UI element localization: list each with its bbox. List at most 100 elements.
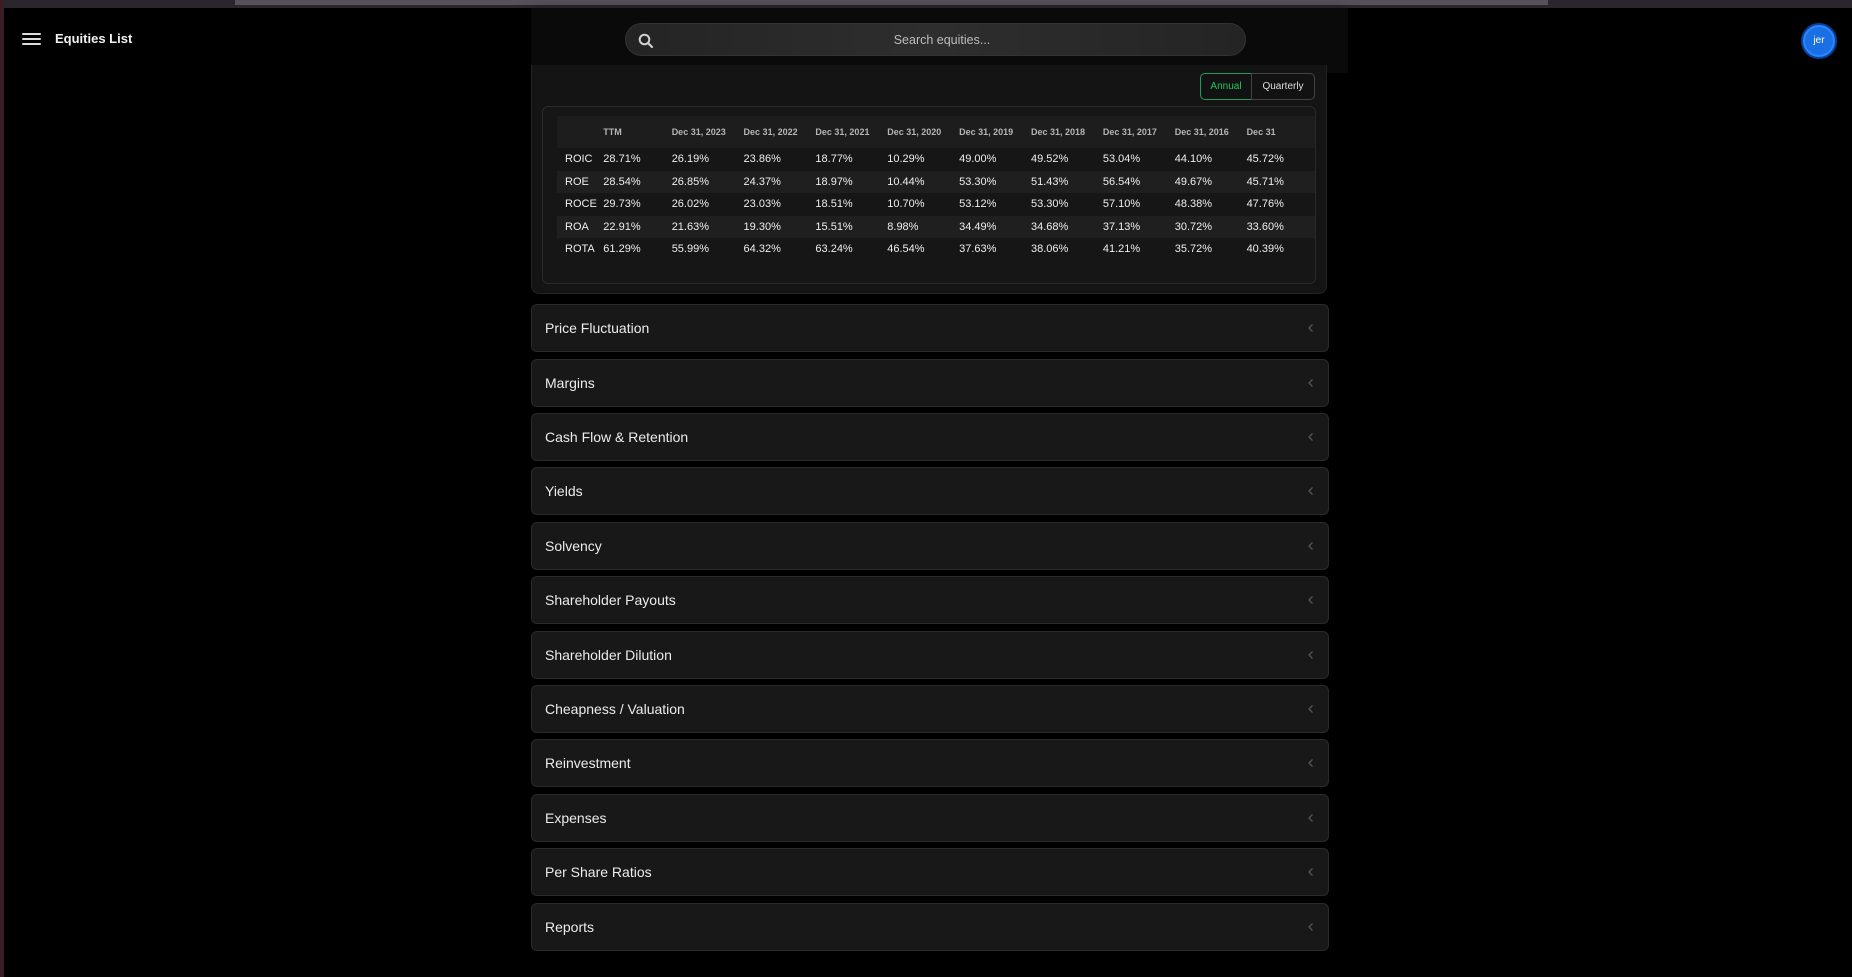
- accordion-section[interactable]: Solvency: [531, 522, 1329, 570]
- metric-value: 49.00%: [959, 153, 997, 166]
- metric-value: 34.49%: [959, 215, 1031, 238]
- accordion-section[interactable]: Cheapness / Valuation: [531, 685, 1329, 733]
- period-column-header: Dec 31, 2020: [887, 116, 960, 148]
- chevron-left-icon: [1308, 651, 1313, 659]
- metric-value: 53.04%: [1102, 153, 1141, 166]
- table-header-row: TTM Dec 31, 2023 Dec 31, 2022 Dec 31, 2021 D…: [557, 116, 1315, 148]
- metric-value: 46.54%: [887, 243, 925, 256]
- metric-value: 37.63%: [959, 243, 997, 256]
- metric-value: 23.03%: [743, 198, 781, 211]
- chevron-left-icon: [1308, 379, 1313, 387]
- accordion-section[interactable]: Price Fluctuation: [531, 304, 1329, 352]
- accordion-title: Price Fluctuation: [545, 320, 650, 336]
- chevron-left-icon: [1308, 814, 1313, 822]
- accordion-section[interactable]: Expenses: [531, 794, 1329, 842]
- metric-value: 40.39%: [1246, 243, 1284, 256]
- period-column-header: Dec 31, 2018: [1030, 116, 1103, 148]
- metric-value: 19.30%: [743, 215, 816, 238]
- metric-value: 18.77%: [815, 153, 853, 166]
- metric-name: ROA: [557, 215, 604, 238]
- metric-value: 51.43%: [1030, 170, 1103, 193]
- table-row: ROIC 28.71% 26.19% 23.86% 18.77% 10.29% 49.00%…: [557, 148, 1315, 171]
- period-column-header: Dec 31, 2016: [1174, 116, 1247, 148]
- table-row: ROE 28.54% 26.85% 24.37% 18.97% 10.44% 53.30% 5…: [557, 170, 1315, 193]
- metric-value: 35.72%: [1174, 243, 1213, 256]
- metric-value: 56.54%: [1102, 170, 1175, 193]
- metric-name: ROE: [557, 170, 604, 193]
- period-column-header: Dec 31, 2021: [815, 116, 888, 148]
- metric-value: 33.60%: [1246, 215, 1315, 238]
- metric-value: 21.63%: [671, 215, 744, 238]
- metric-value: 53.30%: [1030, 198, 1069, 211]
- accordion-title: Shareholder Payouts: [545, 592, 676, 608]
- accordion-title: Shareholder Dilution: [545, 647, 672, 663]
- accordion-title: Reports: [545, 919, 595, 935]
- app-title: Equities List: [55, 31, 133, 46]
- returns-table: TTM Dec 31, 2023 Dec 31, 2022 Dec 31, 2021 D…: [557, 116, 1315, 261]
- metric-value: 48.38%: [1174, 198, 1213, 211]
- metric-value: 45.72%: [1246, 153, 1284, 166]
- metric-value: 57.10%: [1102, 198, 1141, 211]
- metric-value: 63.24%: [815, 243, 853, 256]
- accordion-section[interactable]: Per Share Ratios: [531, 848, 1329, 896]
- period-column-header: Dec 31: [1246, 116, 1315, 148]
- metric-value: 49.52%: [1030, 153, 1069, 166]
- metric-value: 18.97%: [815, 170, 888, 193]
- metric-column-header: [557, 116, 604, 148]
- metric-value: 37.13%: [1102, 215, 1175, 238]
- user-avatar[interactable]: jer: [1801, 23, 1837, 59]
- metric-value: 64.32%: [743, 243, 781, 256]
- annual-toggle-button[interactable]: Annual: [1200, 73, 1252, 100]
- metric-value: 28.71%: [603, 153, 641, 166]
- metric-value: 45.71%: [1246, 170, 1315, 193]
- browser-top-strip: [0, 0, 1852, 8]
- accordion-title: Per Share Ratios: [545, 864, 652, 880]
- accordion-section[interactable]: Reports: [531, 903, 1329, 951]
- chevron-left-icon: [1308, 923, 1313, 931]
- accordion-section[interactable]: Shareholder Dilution: [531, 631, 1329, 679]
- metric-name: ROTA: [565, 243, 595, 256]
- table-row: ROTA 61.29% 55.99% 64.32% 63.24% 46.54% 37.63%…: [557, 238, 1315, 261]
- period-column-header: Dec 31, 2019: [959, 116, 1031, 148]
- metric-value: 10.44%: [887, 170, 960, 193]
- accordion-title: Margins: [545, 375, 595, 391]
- search-bar-container: [531, 8, 1348, 73]
- accordion-section[interactable]: Yields: [531, 467, 1329, 515]
- chevron-left-icon: [1308, 759, 1313, 767]
- metric-value: 53.30%: [959, 170, 1031, 193]
- metric-value: 47.76%: [1246, 198, 1284, 211]
- accordion-title: Yields: [545, 483, 583, 499]
- accordion-section[interactable]: Reinvestment: [531, 739, 1329, 787]
- metric-value: 44.10%: [1174, 153, 1213, 166]
- chevron-left-icon: [1308, 324, 1313, 332]
- metric-value: 29.73%: [603, 198, 641, 211]
- metric-value: 61.29%: [603, 243, 641, 256]
- period-column-header: Dec 31, 2023: [671, 116, 744, 148]
- chevron-left-icon: [1308, 433, 1313, 441]
- metric-value: 38.06%: [1030, 243, 1069, 256]
- period-column-header: TTM: [603, 116, 672, 148]
- accordion-section[interactable]: Shareholder Payouts: [531, 576, 1329, 624]
- metric-value: 26.19%: [671, 153, 709, 166]
- accordion-title: Solvency: [545, 538, 602, 554]
- chevron-left-icon: [1308, 596, 1313, 604]
- quarterly-toggle-button[interactable]: Quarterly: [1251, 73, 1315, 100]
- table-row: ROA 22.91% 21.63% 19.30% 15.51% 8.98% 34.49% 34…: [557, 215, 1315, 238]
- period-column-header: Dec 31, 2022: [743, 116, 816, 148]
- returns-table-scroll[interactable]: TTM Dec 31, 2023 Dec 31, 2022 Dec 31, 2021 D…: [542, 106, 1316, 284]
- accordion-title: Reinvestment: [545, 755, 631, 771]
- accordion-title: Cheapness / Valuation: [545, 701, 685, 717]
- search-box[interactable]: [625, 23, 1246, 56]
- metric-value: 24.37%: [743, 170, 816, 193]
- search-input[interactable]: [662, 24, 1222, 55]
- accordion-section[interactable]: Margins: [531, 359, 1329, 407]
- hamburger-menu-icon[interactable]: [22, 32, 42, 46]
- app-root: Equities List jer Annual Quarterly TTMDe…: [4, 8, 1852, 977]
- period-column-header: Dec 31, 2017: [1102, 116, 1175, 148]
- accordion-section[interactable]: Cash Flow & Retention: [531, 413, 1329, 461]
- metric-value: 49.67%: [1174, 170, 1247, 193]
- metric-value: 10.70%: [887, 198, 925, 211]
- chevron-left-icon: [1308, 868, 1313, 876]
- chevron-left-icon: [1308, 705, 1313, 713]
- metric-value: 26.02%: [671, 198, 709, 211]
